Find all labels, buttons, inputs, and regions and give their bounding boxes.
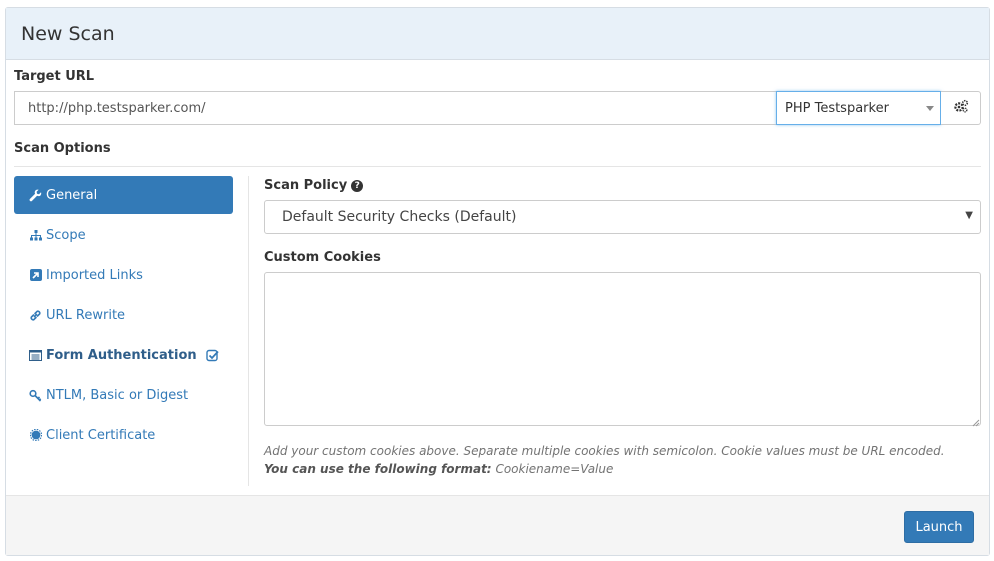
launch-button[interactable]: Launch [904,511,974,543]
scan-policy-label: Scan Policy ? [264,178,364,193]
format-value: Cookiename=Value [495,462,614,476]
question-circle-icon[interactable]: ? [351,179,364,192]
certificate-icon [28,428,43,442]
nav-item-ntlm[interactable]: NTLM, Basic or Digest [14,376,233,414]
new-scan-panel: New Scan Target URL PHP Testsparker Scan… [5,7,990,556]
target-url-input[interactable] [14,91,777,125]
form-icon [28,348,43,362]
cookies-help-text: Add your custom cookies above. Separate … [264,442,945,478]
vertical-divider [248,176,249,486]
caret-down-icon [926,106,934,111]
scan-options-nav: General Scope Imported Links URL Rewrite… [14,176,233,456]
nav-item-label: NTLM, Basic or Digest [46,387,189,403]
profile-select-value: PHP Testsparker [785,100,889,116]
cookies-format-line: You can use the following format: Cookie… [264,460,945,478]
nav-item-label: General [46,187,98,203]
link-icon [28,308,43,322]
nav-item-label: Imported Links [46,267,143,283]
nav-item-client-certificate[interactable]: Client Certificate [14,416,233,454]
target-url-label: Target URL [14,69,95,84]
custom-cookies-textarea[interactable] [264,272,981,426]
page-title: New Scan [21,22,115,45]
nav-item-label: Form Authentication [46,347,197,363]
cookies-help-line: Add your custom cookies above. Separate … [264,444,945,458]
custom-cookies-label: Custom Cookies [264,250,381,265]
sitemap-icon [28,228,43,242]
import-icon [28,268,43,282]
nav-item-label: Client Certificate [46,427,156,443]
scan-policy-select[interactable]: Default Security Checks (Default) ▼ [264,200,981,234]
nav-item-label: Scope [46,227,86,243]
nav-item-label: URL Rewrite [46,307,126,323]
divider [14,166,981,167]
scan-options-label: Scan Options [14,141,111,156]
nav-item-form-authentication[interactable]: Form Authentication [14,336,233,374]
wrench-icon [28,188,43,202]
key-icon [28,388,43,402]
scan-policy-label-text: Scan Policy [264,178,348,193]
caret-down-icon: ▼ [965,210,973,221]
nav-item-imported-links[interactable]: Imported Links [14,256,233,294]
panel-header: New Scan [6,8,989,60]
nav-item-scope[interactable]: Scope [14,216,233,254]
check-square-icon [206,349,219,362]
format-label: You can use the following format: [264,462,492,476]
nav-item-url-rewrite[interactable]: URL Rewrite [14,296,233,334]
nav-item-general[interactable]: General [14,176,233,214]
scan-policy-value: Default Security Checks (Default) [282,209,517,225]
gears-icon [953,99,969,117]
panel-footer: Launch [6,495,989,555]
profile-select[interactable]: PHP Testsparker [776,91,941,125]
profile-settings-button[interactable] [941,91,981,125]
